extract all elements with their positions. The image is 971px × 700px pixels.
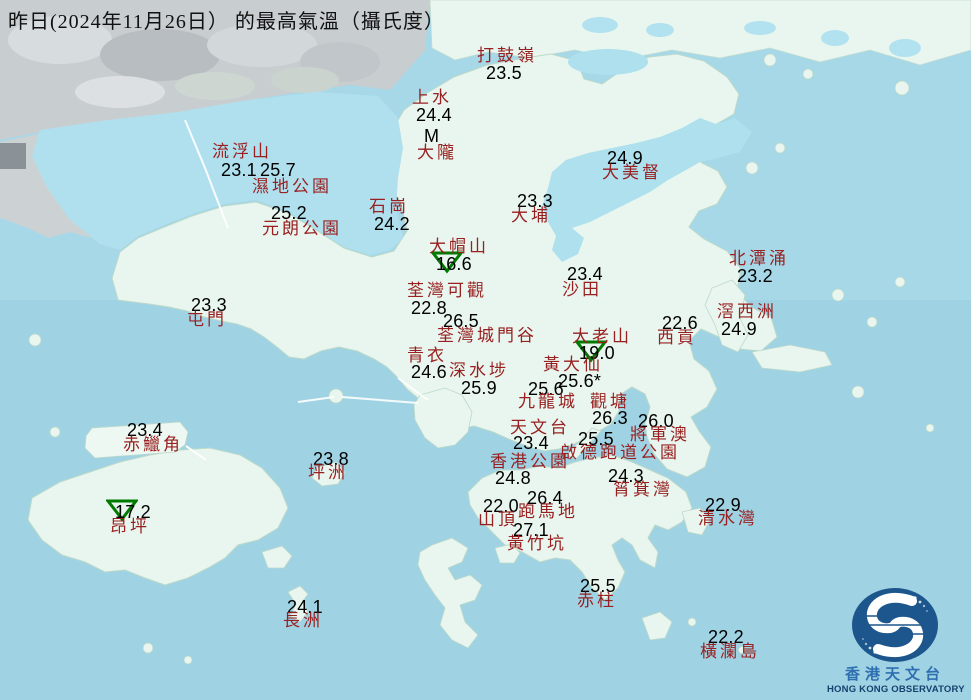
island-ping-chau <box>894 80 910 96</box>
hko-logo: 香港天文台 HONG KONG OBSERVATORY <box>827 586 965 696</box>
urban-block <box>0 143 26 169</box>
station-name: 打鼓嶺 <box>477 46 537 65</box>
islet <box>763 53 777 67</box>
station-name: 黃竹坑 <box>507 534 567 553</box>
station-name: 山頂 <box>478 510 518 529</box>
station-name: 跑馬地 <box>518 502 578 521</box>
islet <box>28 333 42 347</box>
station-name: 大美督 <box>602 163 662 182</box>
station-name: 坪洲 <box>308 463 348 482</box>
islet <box>49 426 61 438</box>
logo-name-zh: 香港天文台 <box>844 666 945 683</box>
islet <box>687 617 697 627</box>
station-value: 23.2 <box>737 266 773 286</box>
station-name: 沙田 <box>562 280 602 299</box>
station-value: 25.9 <box>461 378 497 398</box>
island-soko <box>183 655 193 665</box>
station-name: 元朗公園 <box>262 219 342 238</box>
station-name: 觀塘 <box>590 392 630 411</box>
logo-name-en: HONG KONG OBSERVATORY <box>827 683 965 695</box>
islet <box>866 316 878 328</box>
station-name: 橫瀾島 <box>700 642 760 661</box>
station-name: 大埔 <box>511 206 551 225</box>
station-name: 長洲 <box>283 611 323 630</box>
station-value: 24.8 <box>495 468 531 488</box>
station-name: 上水 <box>412 88 452 107</box>
station-name: 青衣 <box>407 346 447 365</box>
station-name: 九龍城 <box>518 392 578 411</box>
station-name: 大隴 <box>417 143 457 162</box>
station-name: 將軍澳 <box>630 425 690 444</box>
island-ma-wan <box>328 388 344 404</box>
station-name: 香港公園 <box>490 452 570 471</box>
water-starling-inlet <box>568 49 648 75</box>
station-value: 26.3 <box>592 408 628 428</box>
station-name: 大帽山 <box>429 237 489 256</box>
islet <box>802 68 814 80</box>
islet <box>851 385 865 399</box>
island-tap-mun <box>745 161 759 175</box>
islet <box>894 276 906 288</box>
station-name: 昂坪 <box>110 517 150 536</box>
station-name: 大老山 <box>572 327 632 346</box>
station-name: 赤鱲角 <box>123 435 183 454</box>
station-name: 北潭涌 <box>729 249 789 268</box>
station-name: 濕地公園 <box>252 177 332 196</box>
station-value: 16.6 <box>436 254 472 274</box>
station-name: 滘西洲 <box>717 302 777 321</box>
weather-map-page: 昨日(2024年11月26日） 的最高氣溫（攝氏度） 23.5 打鼓嶺 24.4 上水… <box>0 0 971 700</box>
station-value: 24.9 <box>721 319 757 339</box>
station-name: 黃大仙 <box>543 355 603 374</box>
station-name: 屯門 <box>187 310 227 329</box>
station-name: 深水埗 <box>449 361 509 380</box>
page-title: 昨日(2024年11月26日） 的最高氣溫（攝氏度） <box>8 11 445 33</box>
station-name: 赤柱 <box>577 591 617 610</box>
island-soko <box>142 642 154 654</box>
station-name: 筲箕灣 <box>613 480 673 499</box>
station-value: 24.2 <box>374 214 410 234</box>
station-name: 石崗 <box>369 197 409 216</box>
station-name: 天文台 <box>510 418 570 437</box>
islet <box>831 288 845 302</box>
station-name: 清水灣 <box>698 509 758 528</box>
station-value: 25.6* <box>558 371 602 391</box>
hko-s-swirl-icon <box>852 587 938 662</box>
station-value: 24.4 <box>416 105 452 125</box>
station-name: 啟德跑道公園 <box>560 443 680 462</box>
hong-kong-map <box>0 0 971 700</box>
island-grass <box>774 142 786 154</box>
station-name: 西貢 <box>657 328 697 347</box>
station-value: 24.6 <box>411 362 447 382</box>
station-name: 荃灣城門谷 <box>437 326 537 345</box>
islet <box>925 423 935 433</box>
station-name: 流浮山 <box>212 142 272 161</box>
station-value: 23.5 <box>486 63 522 83</box>
station-name: 荃灣可觀 <box>407 281 487 300</box>
station-value: 22.8 <box>411 298 447 318</box>
